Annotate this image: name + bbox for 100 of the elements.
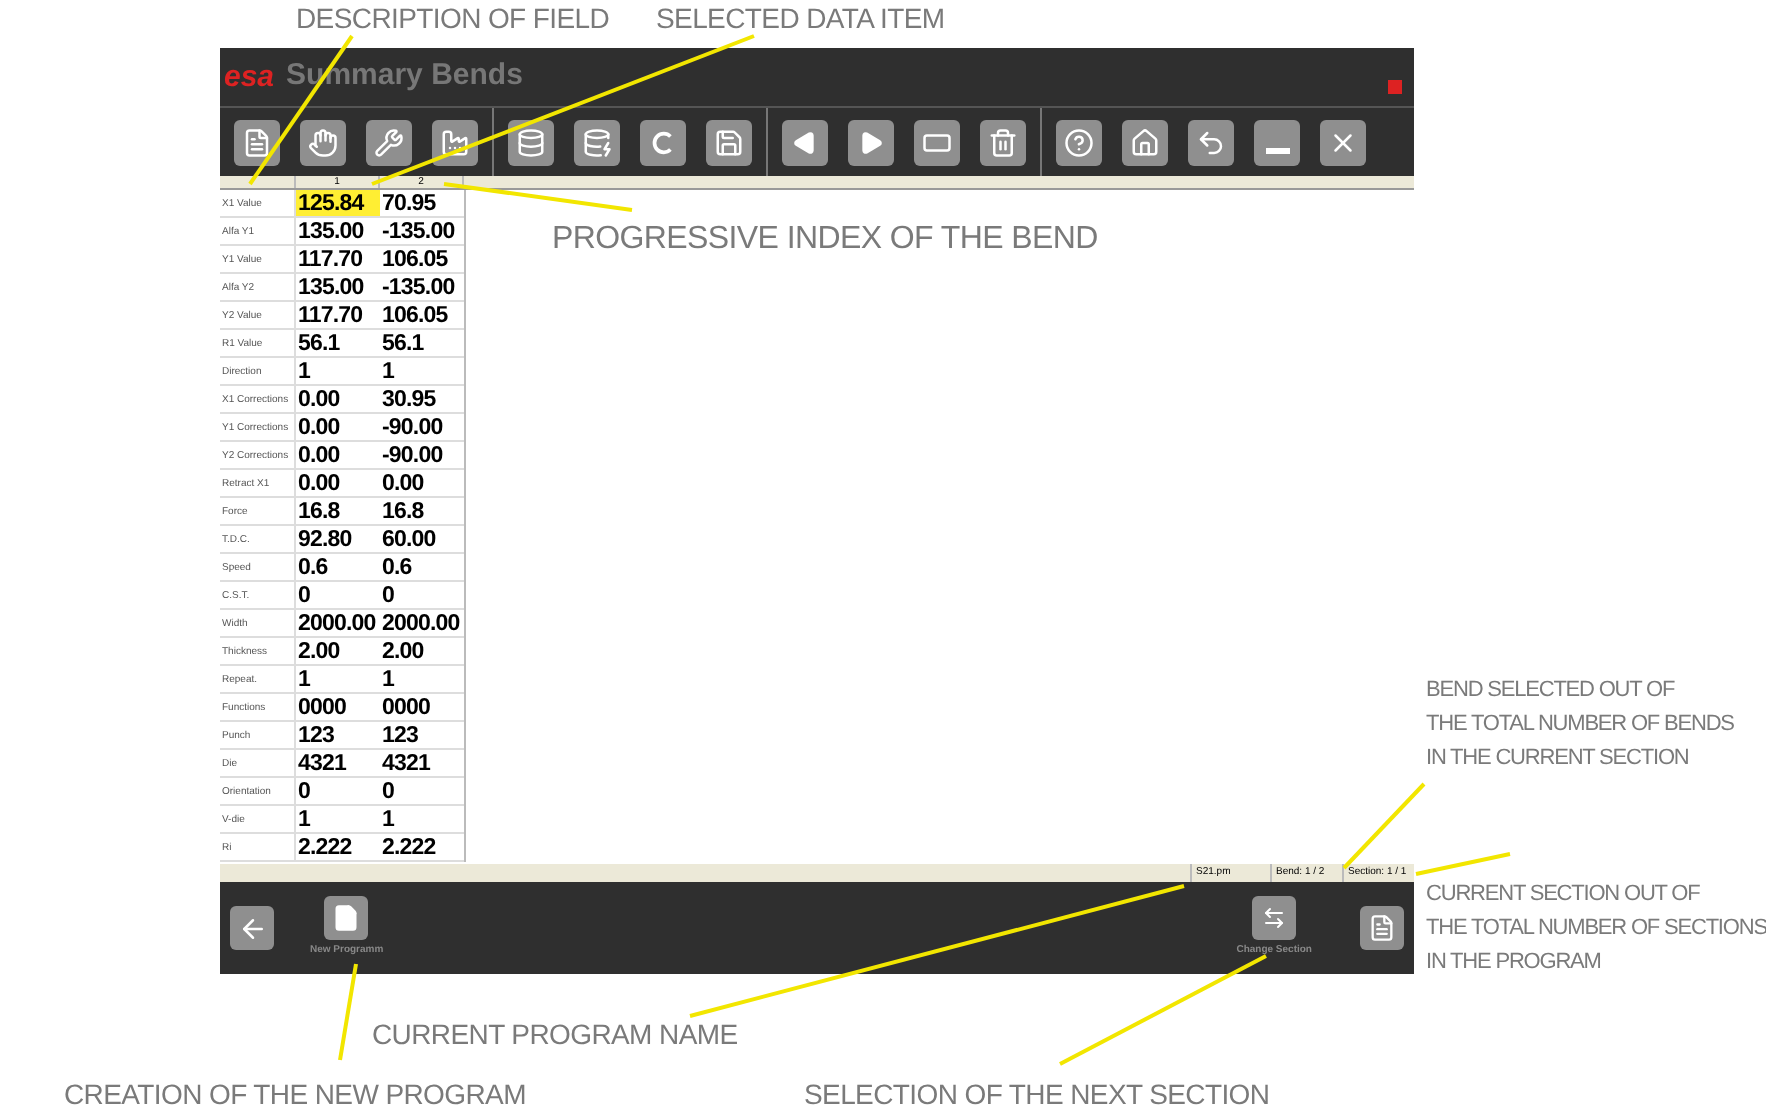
table-cell[interactable]: 135.00	[296, 274, 380, 300]
table-cell[interactable]: 2000.00	[380, 610, 464, 636]
annotation-label: PROGRESSIVE INDEX OF THE BEND	[552, 224, 1098, 256]
table-cell[interactable]: -135.00	[380, 274, 464, 300]
annotation-label: THE TOTAL NUMBER OF BENDS	[1426, 710, 1734, 740]
annotation-label: CREATION OF THE NEW PROGRAM	[64, 1080, 526, 1108]
database-import-icon	[582, 127, 612, 157]
table-cell[interactable]: 1	[380, 806, 464, 832]
table-cell[interactable]: 56.1	[296, 330, 380, 356]
hand-button[interactable]	[300, 119, 346, 165]
undo-button[interactable]	[1188, 119, 1234, 165]
table-cell[interactable]: 2.00	[296, 638, 380, 664]
wrench-button[interactable]	[366, 119, 412, 165]
close-button[interactable]	[1320, 119, 1366, 165]
home-icon	[1130, 127, 1160, 157]
document-button[interactable]	[234, 119, 280, 165]
table-cell[interactable]: 1	[296, 358, 380, 384]
home-button[interactable]	[1122, 119, 1168, 165]
table-cell[interactable]: 0.00	[296, 470, 380, 496]
save-button[interactable]	[706, 119, 752, 165]
logo: esa	[224, 62, 275, 92]
table-cell[interactable]: 0.00	[296, 386, 380, 412]
help-icon	[1064, 127, 1094, 157]
table-cell[interactable]: 0000	[380, 694, 464, 720]
factory-button[interactable]	[432, 119, 478, 165]
table-cell[interactable]: 117.70	[296, 302, 380, 328]
c-letter-icon	[650, 129, 676, 155]
annotation-label: DESCRIPTION OF FIELD	[296, 4, 610, 32]
help-button[interactable]	[1056, 119, 1102, 165]
annotation-label: BEND SELECTED OUT OF	[1426, 676, 1677, 706]
table-cell[interactable]: 2000.00	[296, 610, 380, 636]
annotation-label: SELECTED DATA ITEM	[656, 4, 945, 32]
table-cell[interactable]: 0.00	[296, 414, 380, 440]
table-cell[interactable]: 0	[296, 778, 380, 804]
table-cell[interactable]: 135.00	[296, 218, 380, 244]
table-cell[interactable]: 1	[296, 806, 380, 832]
table-cell[interactable]: 1	[380, 358, 464, 384]
annotation-label: CURRENT PROGRAM NAME	[372, 1020, 738, 1048]
left-arrow-icon	[792, 129, 818, 155]
table-cell[interactable]: 106.05	[380, 302, 464, 328]
annotation-label: CURRENT SECTION OUT OF	[1426, 880, 1702, 910]
table-cell[interactable]: 106.05	[380, 246, 464, 272]
back-button[interactable]	[230, 906, 274, 950]
minimize-button[interactable]	[1254, 119, 1300, 165]
table-cell[interactable]: 2.00	[380, 638, 464, 664]
table-cell[interactable]: -90.00	[380, 414, 464, 440]
table-cell[interactable]: 92.80	[296, 526, 380, 552]
minimize-icon	[1265, 147, 1289, 153]
swap-arrows-icon	[1262, 906, 1287, 931]
table-cell[interactable]: -135.00	[380, 218, 464, 244]
table-cell[interactable]: -90.00	[380, 442, 464, 468]
table-cell[interactable]: 2.222	[380, 834, 464, 860]
table-cell[interactable]: 0.00	[296, 442, 380, 468]
trash-icon	[988, 127, 1018, 157]
table-cell[interactable]: 123	[380, 722, 464, 748]
undo-icon	[1196, 127, 1226, 157]
right-arrow-button[interactable]	[848, 119, 894, 165]
table-cell[interactable]: 117.70	[296, 246, 380, 272]
table-cell[interactable]: 2.222	[296, 834, 380, 860]
database-list-icon	[516, 127, 546, 157]
annotation-label: IN THE CURRENT SECTION	[1426, 744, 1691, 774]
table-cell[interactable]: 1	[296, 666, 380, 692]
table-cell[interactable]: 16.8	[296, 498, 380, 524]
list-button[interactable]	[1360, 906, 1404, 950]
hand-icon	[308, 127, 338, 157]
list-document-icon	[1368, 914, 1396, 942]
database-import-button[interactable]	[574, 119, 620, 165]
trash-button[interactable]	[980, 119, 1026, 165]
document-icon	[242, 127, 272, 157]
annotation-label: SELECTION OF THE NEXT SECTION	[804, 1080, 1270, 1108]
table-cell[interactable]: 0000	[296, 694, 380, 720]
c-letter-button[interactable]	[640, 119, 686, 165]
table-cell[interactable]: 4321	[296, 750, 380, 776]
table-cell[interactable]: 0	[380, 582, 464, 608]
table-cell[interactable]: 16.8	[380, 498, 464, 524]
leader-line	[338, 963, 358, 1061]
table-cell[interactable]: 0.6	[380, 554, 464, 580]
table-cell[interactable]: 30.95	[380, 386, 464, 412]
right-arrow-icon	[858, 129, 884, 155]
annotation-label: THE TOTAL NUMBER OF SECTIONS	[1426, 914, 1766, 944]
table-cell[interactable]: 56.1	[380, 330, 464, 356]
table-cell[interactable]: 1	[380, 666, 464, 692]
database-list-button[interactable]	[508, 119, 554, 165]
bar-button[interactable]	[914, 119, 960, 165]
table-cell[interactable]: 70.95	[380, 190, 464, 216]
factory-icon	[440, 127, 470, 157]
left-arrow-button[interactable]	[782, 119, 828, 165]
save-icon	[714, 127, 744, 157]
table-cell[interactable]: 123	[296, 722, 380, 748]
table-cell[interactable]: 60.00	[380, 526, 464, 552]
wrench-icon	[374, 127, 404, 157]
table-cell[interactable]: 4321	[380, 750, 464, 776]
table-cell[interactable]: 0.00	[380, 470, 464, 496]
table-cell[interactable]: 125.84	[296, 190, 380, 216]
annotation-label: IN THE PROGRAM	[1426, 948, 1603, 978]
table-cell[interactable]: 0.6	[296, 554, 380, 580]
status-icon	[1388, 80, 1402, 94]
document-icon	[332, 904, 361, 933]
table-cell[interactable]: 0	[296, 582, 380, 608]
table-cell[interactable]: 0	[380, 778, 464, 804]
